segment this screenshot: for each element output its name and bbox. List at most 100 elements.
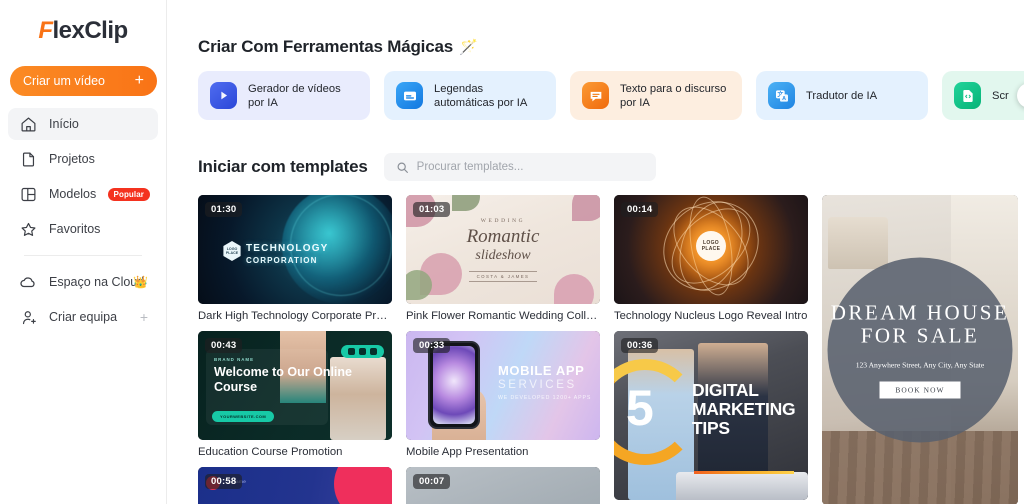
ai-translator-icon: 文A	[768, 82, 795, 109]
thumbnail-artwork: 5 DIGITAL MARKETING TIPS	[614, 331, 808, 500]
template-thumbnail[interactable]: 00:07	[406, 467, 600, 504]
template-card[interactable]: 00:07	[406, 467, 600, 504]
artwork-headline: DIGITAL MARKETING TIPS	[692, 380, 796, 438]
artwork-brand: BRAND NAME	[214, 357, 255, 362]
create-video-label: Criar um vídeo	[23, 74, 105, 88]
ai-card-legendas-automaticas[interactable]: Legendas automáticas por IA	[384, 71, 556, 120]
templates-grid: LOGO PLACE TECHNOLOGY CORPORATION 01:30 …	[198, 195, 1024, 504]
duration-badge: 01:03	[413, 202, 451, 217]
sidebar-item-label: Modelos	[49, 187, 97, 201]
sidebar-item-label: Favoritos	[49, 222, 101, 236]
ai-card-label: Gerador de vídeos por IA	[248, 82, 341, 109]
duration-badge: 00:36	[621, 338, 659, 353]
sidebar-item-projetos[interactable]: Projetos	[8, 143, 158, 175]
sidebar-nav: Início Projetos Modelos Popular Favorito…	[0, 108, 166, 333]
auto-caption-icon	[396, 82, 423, 109]
template-thumbnail[interactable]: LOGO PLACE 00:14	[614, 195, 808, 304]
ai-tools-section: Criar Com Ferramentas Mágicas 🪄	[198, 0, 1024, 57]
artwork-text: DREAM HOUSE FOR SALE 123 Anywhere Street…	[827, 257, 1013, 443]
sidebar-item-label: Espaço na Cloud	[49, 275, 145, 289]
search-icon	[396, 161, 409, 174]
logo-placeholder: LOGO PLACE	[696, 231, 726, 262]
user-add-icon	[18, 307, 38, 327]
artwork-line-2: CORPORATION	[246, 255, 318, 265]
template-card[interactable]: DREAM HOUSE FOR SALE 123 Anywhere Street…	[822, 195, 1018, 504]
duration-badge: 00:33	[413, 338, 451, 353]
template-thumbnail[interactable]: WEDDING Romantic slideshow COSTA & JAMES…	[406, 195, 600, 304]
search-box[interactable]	[383, 153, 656, 181]
duration-badge: 00:14	[621, 202, 659, 217]
thumbnail-artwork: DREAM HOUSE FOR SALE 123 Anywhere Street…	[822, 195, 1018, 504]
ai-video-icon	[210, 82, 237, 109]
ai-card-texto-para-discurso[interactable]: Texto para o discurso por IA	[570, 71, 742, 120]
svg-text:A: A	[782, 96, 786, 102]
artwork-number: 5	[626, 380, 654, 436]
template-title: Education Course Promotion	[198, 446, 343, 458]
search-input[interactable]	[416, 161, 644, 173]
templates-column-3: LOGO PLACE 00:14 Technology Nucleus Logo…	[614, 195, 808, 504]
artwork-line-1: MOBILE APP	[498, 363, 585, 378]
plus-icon: +	[134, 72, 144, 89]
template-card[interactable]: LOGO PLACE 00:14 Technology Nucleus Logo…	[614, 195, 808, 322]
template-card[interactable]: BRAND NAME Welcome to Our Online Course …	[198, 331, 392, 458]
artwork-address: 123 Anywhere Street, Any City, Any State	[855, 360, 985, 370]
artwork-cta: BOOK NOW	[879, 381, 961, 399]
template-thumbnail[interactable]: LOGO PLACE TECHNOLOGY CORPORATION 01:30	[198, 195, 392, 304]
divider	[24, 255, 142, 256]
magic-wand-icon: 🪄	[458, 39, 478, 56]
duration-badge: 00:58	[205, 474, 243, 489]
template-title: Pink Flower Romantic Wedding Collage Sli…	[406, 310, 600, 322]
artwork-line-1: WEDDING	[480, 217, 526, 224]
status-badge: Popular	[107, 187, 150, 201]
artwork-line-2: Romantic	[466, 225, 540, 247]
ai-card-label: Scr	[992, 89, 1009, 102]
template-thumbnail[interactable]: 5 DIGITAL MARKETING TIPS 00:36	[614, 331, 808, 500]
main-content: Criar Com Ferramentas Mágicas 🪄 Gerador …	[167, 0, 1024, 504]
logo-text: lexClip	[52, 17, 128, 44]
template-thumbnail[interactable]: by Name 00:58	[198, 467, 392, 504]
template-card[interactable]: 5 DIGITAL MARKETING TIPS 00:36	[614, 331, 808, 500]
templates-column-2: WEDDING Romantic slideshow COSTA & JAMES…	[406, 195, 600, 504]
plus-icon: +	[139, 309, 148, 325]
sidebar-item-criar-equipa[interactable]: Criar equipa +	[8, 301, 158, 333]
template-thumbnail[interactable]: MOBILE APP SERVICES WE DEVELOPED 1200+ A…	[406, 331, 600, 440]
file-icon	[18, 149, 38, 169]
template-card[interactable]: MOBILE APP SERVICES WE DEVELOPED 1200+ A…	[406, 331, 600, 458]
artwork-line-3: slideshow	[475, 247, 531, 263]
ai-card-label: Tradutor de IA	[806, 89, 878, 102]
artwork-headline: Welcome to Our Online Course	[214, 365, 352, 394]
template-card[interactable]: WEDDING Romantic slideshow COSTA & JAMES…	[406, 195, 600, 322]
sidebar-item-favoritos[interactable]: Favoritos	[8, 213, 158, 245]
template-title: Mobile App Presentation	[406, 446, 529, 458]
text-to-speech-icon	[582, 82, 609, 109]
template-card[interactable]: LOGO PLACE TECHNOLOGY CORPORATION 01:30 …	[198, 195, 392, 322]
template-thumbnail[interactable]: BRAND NAME Welcome to Our Online Course …	[198, 331, 392, 440]
templates-column-1: LOGO PLACE TECHNOLOGY CORPORATION 01:30 …	[198, 195, 392, 504]
template-thumbnail[interactable]: DREAM HOUSE FOR SALE 123 Anywhere Street…	[822, 195, 1018, 504]
sidebar-item-modelos[interactable]: Modelos Popular	[8, 178, 158, 210]
sidebar-item-label: Projetos	[49, 152, 95, 166]
sidebar-item-inicio[interactable]: Início	[8, 108, 158, 140]
artwork-line-2: SERVICES	[498, 379, 577, 391]
logo[interactable]: FlexClip	[0, 0, 166, 62]
ai-card-label: Texto para o discurso por IA	[620, 82, 727, 109]
cloud-icon	[18, 272, 38, 292]
sidebar-item-espaco-na-cloud[interactable]: Espaço na Cloud 👑	[8, 266, 158, 298]
artwork-text: TECHNOLOGY CORPORATION	[246, 242, 329, 266]
ai-script-icon	[954, 82, 981, 109]
social-icons	[341, 345, 384, 358]
star-icon	[18, 219, 38, 239]
crown-icon: 👑	[133, 275, 148, 289]
ai-card-tradutor[interactable]: 文A Tradutor de IA	[756, 71, 928, 120]
home-icon	[18, 114, 38, 134]
template-icon	[18, 184, 38, 204]
template-card[interactable]: by Name 00:58	[198, 467, 392, 504]
duration-badge: 00:07	[413, 474, 451, 489]
sidebar-item-label: Criar equipa	[49, 310, 118, 324]
create-video-button[interactable]: Criar um vídeo +	[10, 66, 157, 96]
template-title: Dark High Technology Corporate Presentat…	[198, 310, 392, 322]
ai-card-script[interactable]: Scr	[942, 71, 1024, 120]
artwork-line-2: PLACE	[701, 246, 721, 253]
duration-badge: 01:30	[205, 202, 243, 217]
ai-card-gerador-de-videos[interactable]: Gerador de vídeos por IA	[198, 71, 370, 120]
